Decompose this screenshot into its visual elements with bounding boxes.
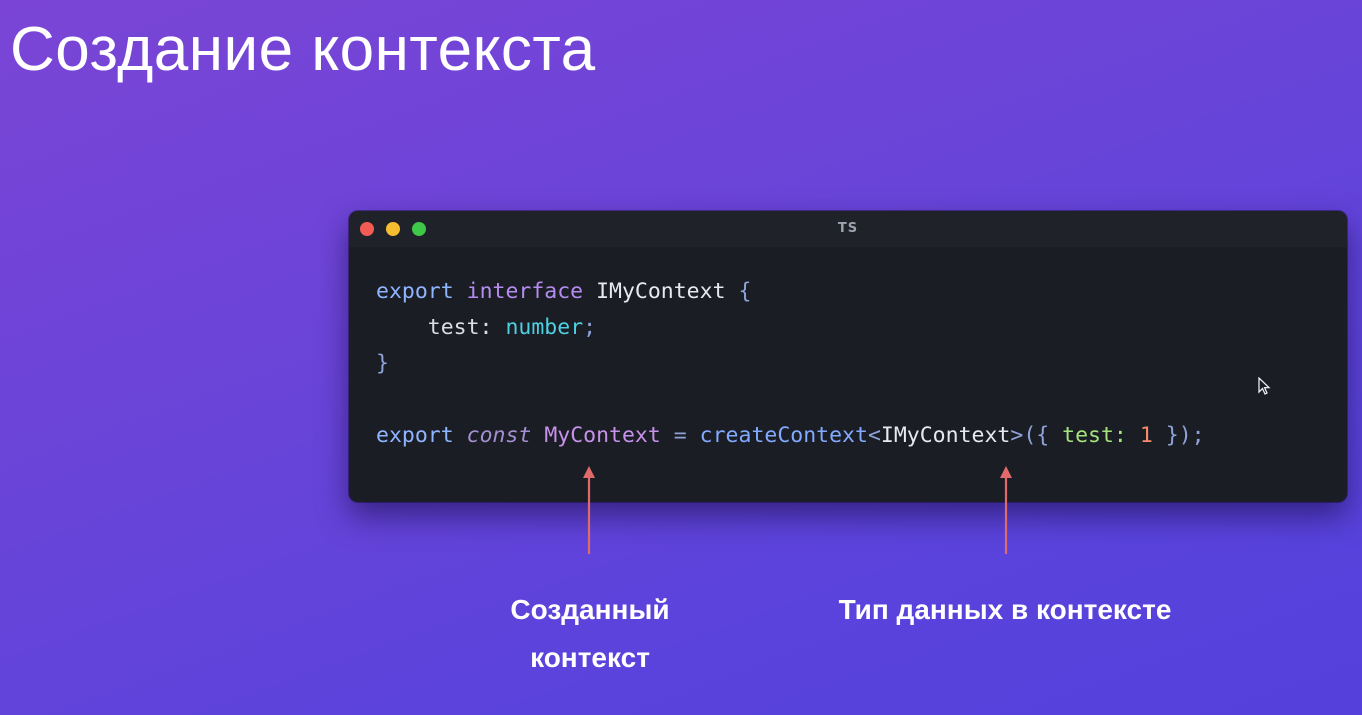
generic-type: IMyContext <box>880 423 1011 448</box>
code-line-5: export const MyContext = createContext<I… <box>376 418 1205 454</box>
window-title-bar: TS <box>349 211 1347 247</box>
call-close: }); <box>1165 423 1205 448</box>
property-type: number <box>505 315 584 340</box>
call-open: ({ <box>1023 423 1050 448</box>
close-brace: } <box>376 351 389 376</box>
caption-created-context: Созданный контекст <box>470 586 710 682</box>
caption-line-1: Созданный <box>510 594 670 625</box>
keyword-const: const <box>466 423 532 448</box>
generic-close: > <box>1010 423 1024 448</box>
object-key: test: <box>1062 423 1127 448</box>
generic-open: < <box>867 423 881 448</box>
code-line-4-empty <box>376 382 1205 418</box>
equals-sign: = <box>673 423 687 448</box>
semicolon: ; <box>583 315 597 340</box>
code-line-2: test: number; <box>376 310 1205 346</box>
language-label: TS <box>837 221 859 236</box>
interface-name: IMyContext <box>596 279 726 304</box>
slide-title: Создание контекста <box>10 15 596 84</box>
keyword-export: export <box>376 423 454 448</box>
code-line-3: } <box>376 346 1205 382</box>
left-arrow-icon <box>583 466 595 554</box>
code-window: TS export interface IMyContext { test: n… <box>349 211 1347 502</box>
code-block: export interface IMyContext { test: numb… <box>376 274 1205 454</box>
variable-name: MyContext <box>544 423 661 448</box>
keyword-interface: interface <box>466 279 584 304</box>
code-line-1: export interface IMyContext { <box>376 274 1205 310</box>
caption-line-2: контекст <box>530 642 650 673</box>
keyword-export: export <box>376 279 454 304</box>
object-value: 1 <box>1139 423 1153 448</box>
function-name: createContext <box>699 423 868 448</box>
mouse-cursor-icon <box>1258 377 1271 395</box>
open-brace: { <box>738 279 752 304</box>
right-arrow-icon <box>1000 466 1012 554</box>
property-name: test: <box>427 315 493 340</box>
caption-data-type: Тип данных в контексте <box>838 594 1172 625</box>
